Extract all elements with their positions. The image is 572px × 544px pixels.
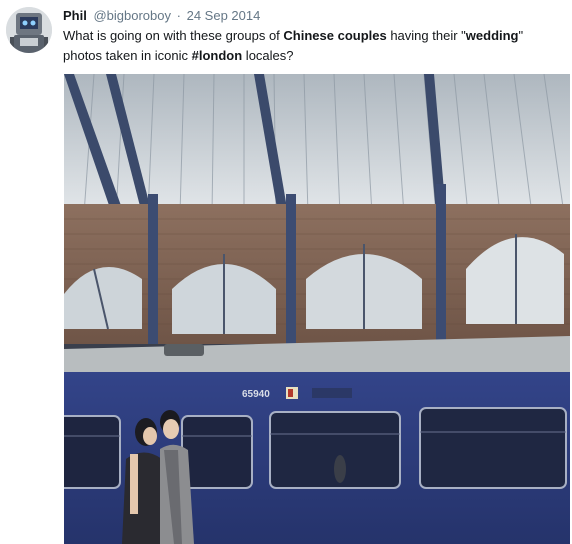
- text-part: What is going on with these groups of: [63, 28, 284, 43]
- text-part: having their ": [386, 28, 466, 43]
- tweet-text: What is going on with these groups of Ch…: [63, 26, 563, 66]
- author-name[interactable]: Phil: [63, 8, 87, 23]
- tweet-card: Phil @bigboroboy · 24 Sep 2014 What is g…: [0, 0, 572, 544]
- author-handle[interactable]: @bigboroboy: [93, 8, 171, 23]
- separator-dot: ·: [176, 8, 181, 23]
- text-bold: wedding: [465, 28, 519, 43]
- avatar[interactable]: [6, 7, 52, 53]
- train-number: 65940: [242, 389, 270, 400]
- text-bold: Chinese couples: [283, 28, 387, 43]
- tweet-date[interactable]: 24 Sep 2014: [187, 8, 261, 23]
- tweet-header: Phil @bigboroboy · 24 Sep 2014: [63, 8, 260, 24]
- station-photo: 65940: [64, 74, 570, 544]
- hashtag-link[interactable]: #london: [192, 48, 243, 63]
- text-part: locales?: [242, 48, 294, 63]
- robot-avatar-icon: [6, 7, 52, 53]
- tweet-photo[interactable]: 65940: [64, 74, 570, 544]
